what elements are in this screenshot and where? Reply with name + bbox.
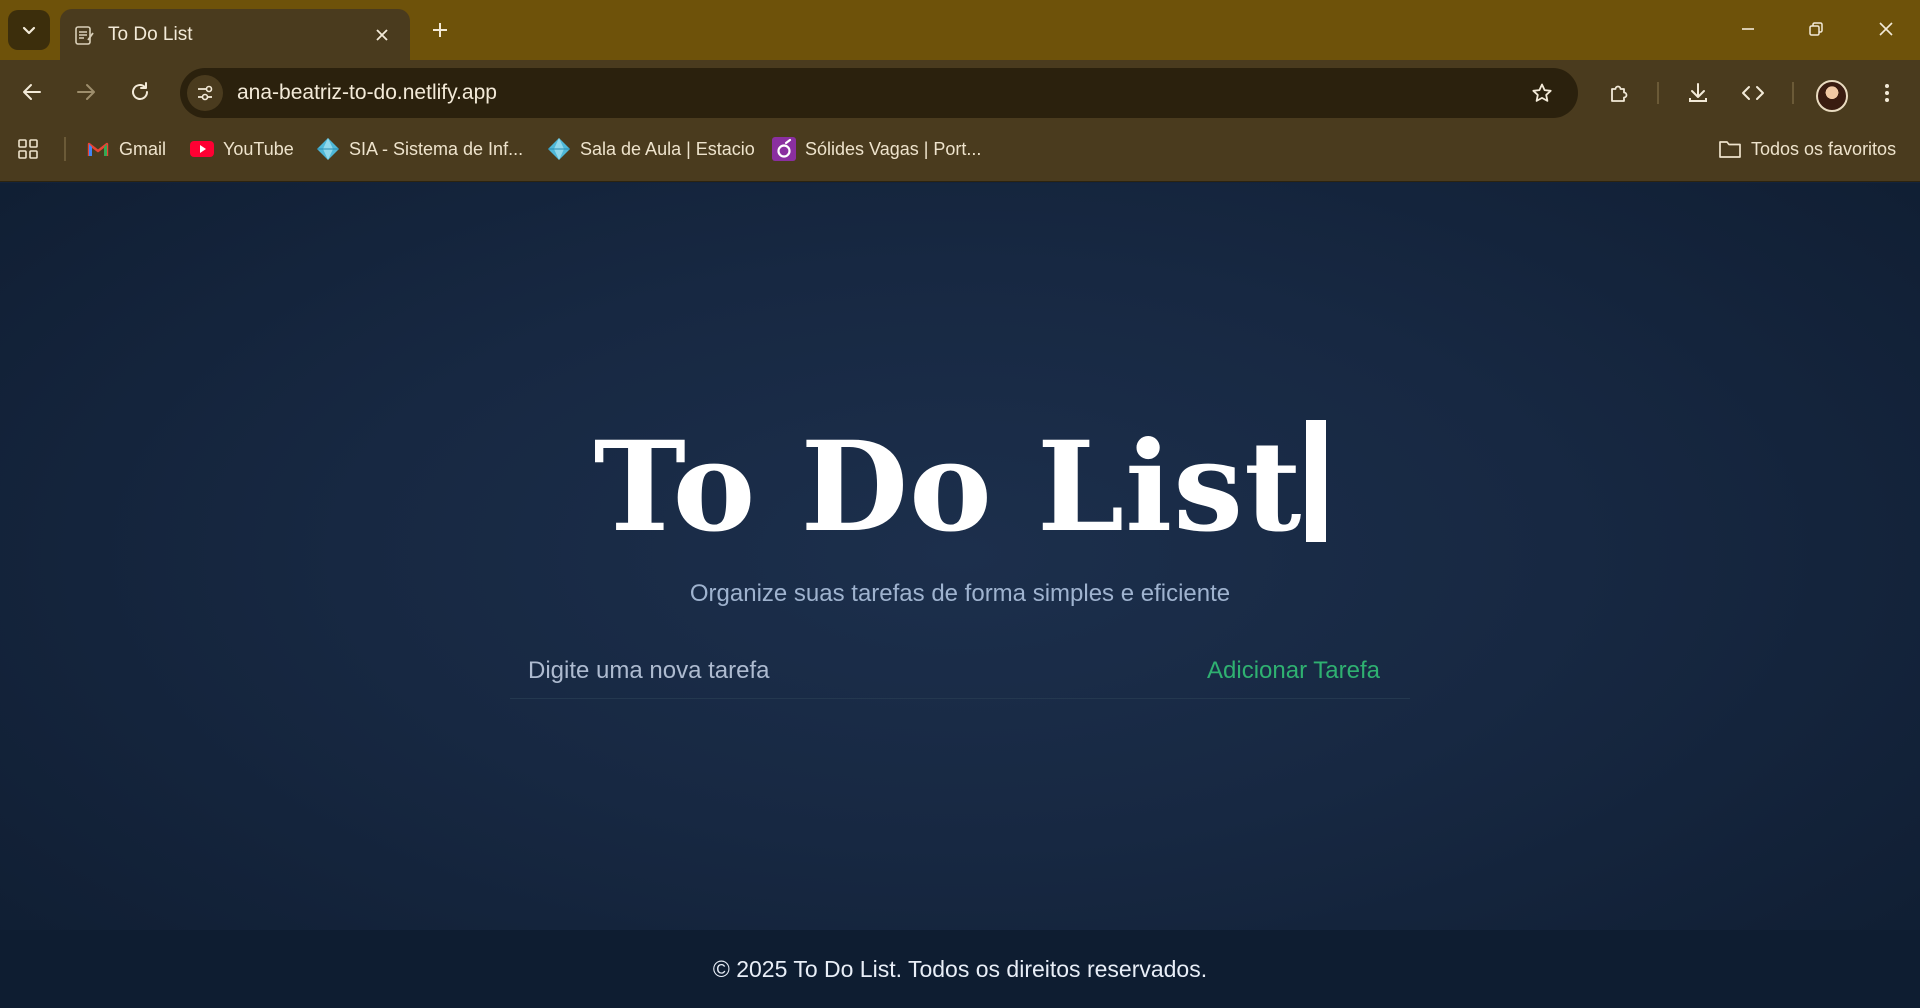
devtools-button[interactable] [1736,76,1770,110]
bookmark-solides[interactable]: Sólides Vagas | Port... [772,134,981,164]
footer-text: © 2025 To Do List. Todos os direitos res… [712,955,1208,982]
code-icon [1742,86,1764,100]
puzzle-icon [1611,85,1628,102]
reload-button[interactable] [124,76,156,108]
all-bookmarks-button[interactable]: Todos os favoritos [1718,134,1896,164]
apps-button[interactable] [16,134,49,164]
arrow-right-icon [77,84,95,100]
minimize-button[interactable] [1720,10,1776,48]
new-task-input[interactable] [510,642,1207,699]
tab-strip: To Do List [0,0,1920,60]
add-task-form: Adicionar Tarefa [510,642,1410,699]
extensions-button[interactable] [1602,76,1636,110]
profile-avatar[interactable] [1816,80,1848,112]
diamond-icon [547,137,571,161]
toolbar-divider [1657,82,1659,104]
page-footer: © 2025 To Do List. Todos os direitos res… [0,930,1920,1008]
bookmark-youtube[interactable]: YouTube [190,134,294,164]
address-bar[interactable]: ana-beatriz-to-do.netlify.app [180,68,1578,118]
reload-icon [132,82,148,100]
close-window-button[interactable] [1858,10,1914,48]
arrow-left-icon [23,84,41,100]
gmail-icon [86,137,110,161]
new-tab-button[interactable] [424,14,456,46]
grid-icon [16,137,40,161]
downloads-button[interactable] [1681,76,1715,110]
bookmark-label: SIA - Sistema de Inf... [349,138,524,159]
typing-cursor [1306,420,1327,542]
plus-icon [433,23,447,37]
page-viewport: To Do List Organize suas tarefas de form… [0,183,1920,1008]
solides-icon [772,137,796,161]
page-subtitle: Organize suas tarefas de forma simples e… [689,580,1231,607]
bookmarks-bar: Gmail YouTube SIA - Sistema de Inf... Sa… [0,120,1920,182]
youtube-icon [190,137,214,161]
all-bookmarks-label: Todos os favoritos [1751,138,1897,159]
bookmark-label: Gmail [119,138,167,159]
diamond-icon [316,137,340,161]
bookmark-sia[interactable]: SIA - Sistema de Inf... [316,134,523,164]
bookmark-sala-de-aula[interactable]: Sala de Aula | Estacio [547,134,755,164]
restore-icon [1809,22,1823,36]
back-button[interactable] [16,76,48,108]
forward-button[interactable] [70,76,102,108]
toolbar-divider [1792,82,1794,104]
bookmark-label: Sólides Vagas | Port... [805,138,982,159]
bookmark-gmail[interactable]: Gmail [86,134,166,164]
chevron-down-icon [22,26,36,35]
browser-toolbar: ana-beatriz-to-do.netlify.app [0,60,1920,120]
site-info-icon[interactable] [187,75,223,111]
menu-button[interactable] [1870,76,1904,110]
page-title: To Do List [0,415,1920,560]
folder-icon [1718,137,1742,161]
url-text[interactable]: ana-beatriz-to-do.netlify.app [237,81,1524,105]
close-tab-icon[interactable] [368,21,396,49]
more-vert-icon [1885,84,1889,102]
page-title-text: To Do List [593,415,1303,560]
download-icon [1689,83,1707,102]
active-tab[interactable]: To Do List [60,9,410,60]
notepad-icon [72,23,96,47]
bookmark-label: YouTube [223,138,294,159]
close-icon [1879,22,1893,36]
minimize-icon [1742,28,1754,30]
bookmark-label: Sala de Aula | Estacio [580,138,755,159]
bookmarks-divider [64,137,66,161]
tab-title: To Do List [108,23,193,45]
add-task-button[interactable]: Adicionar Tarefa [1207,657,1410,685]
tab-search-button[interactable] [8,10,50,50]
restore-button[interactable] [1788,10,1844,48]
bookmark-star-icon[interactable] [1524,75,1560,111]
